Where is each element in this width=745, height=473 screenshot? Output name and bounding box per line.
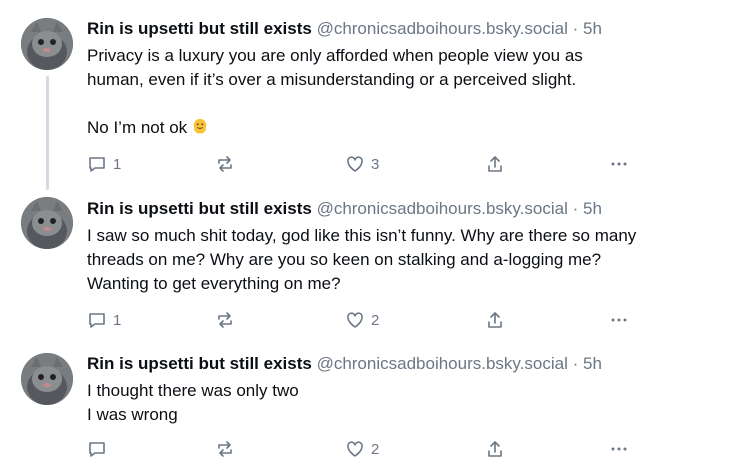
share-button[interactable] [485, 154, 505, 174]
share-icon [488, 312, 502, 328]
avatar[interactable] [21, 353, 73, 405]
author-handle[interactable]: @chronicsadboihours.bsky.social [317, 19, 568, 38]
avatar[interactable] [21, 197, 73, 249]
more-icon [611, 162, 627, 166]
like-button[interactable]: 3 [345, 154, 379, 174]
melting-face-emoji-icon [193, 118, 207, 134]
separator-dot: · [572, 354, 579, 373]
more-options-button[interactable] [609, 439, 629, 459]
heart-icon [347, 441, 363, 457]
author-handle[interactable]: @chronicsadboihours.bsky.social [317, 354, 568, 373]
like-count: 3 [371, 155, 380, 173]
post-text-line: Wanting to get everything on me? [87, 274, 341, 293]
repost-icon [218, 312, 232, 328]
post-actions: 1 3 [87, 154, 647, 174]
repost-button[interactable] [215, 310, 235, 330]
post-text-line: I was wrong [87, 405, 178, 424]
share-button[interactable] [485, 310, 505, 330]
like-button[interactable]: 2 [345, 310, 379, 330]
post-text-line: threads on me? Why are you so keen on st… [87, 250, 602, 269]
thread-connector-line [46, 76, 49, 190]
reply-icon [89, 442, 105, 457]
more-options-button[interactable] [609, 310, 629, 330]
post-text-line: I thought there was only two [87, 381, 299, 400]
share-icon [488, 441, 502, 457]
post-actions: 1 2 [87, 310, 647, 330]
reply-count: 1 [113, 155, 122, 173]
author-name[interactable]: Rin is upsetti but still exists [87, 19, 312, 38]
post-time[interactable]: 5h [583, 199, 602, 218]
post-text-line: human, even if it’s over a misunderstand… [87, 70, 577, 89]
post-time[interactable]: 5h [583, 354, 602, 373]
separator-dot: · [572, 199, 579, 218]
like-count: 2 [371, 311, 380, 329]
post-text-line: Privacy is a luxury you are only afforde… [87, 46, 583, 65]
post-text: I thought there was only two I was wrong [87, 379, 737, 427]
post-text-line: I saw so much shit today, god like this … [87, 226, 637, 245]
reply-count: 1 [113, 311, 122, 329]
reply-button[interactable] [87, 439, 113, 459]
separator-dot: · [572, 19, 579, 38]
post-actions: 2 [87, 439, 647, 459]
post-header: Rin is upsetti but still exists @chronic… [87, 18, 737, 40]
like-button[interactable]: 2 [345, 439, 379, 459]
heart-icon [347, 312, 363, 328]
share-icon [488, 156, 502, 172]
post-time[interactable]: 5h [583, 19, 602, 38]
post-header: Rin is upsetti but still exists @chronic… [87, 353, 737, 375]
post-header: Rin is upsetti but still exists @chronic… [87, 198, 737, 220]
reply-button[interactable]: 1 [87, 310, 121, 330]
avatar[interactable] [21, 18, 73, 70]
reply-icon [89, 313, 105, 328]
more-icon [611, 447, 627, 451]
author-name[interactable]: Rin is upsetti but still exists [87, 199, 312, 218]
post-text: Privacy is a luxury you are only afforde… [87, 44, 737, 140]
author-handle[interactable]: @chronicsadboihours.bsky.social [317, 199, 568, 218]
post-text: I saw so much shit today, god like this … [87, 224, 737, 296]
repost-button[interactable] [215, 154, 235, 174]
reply-button[interactable]: 1 [87, 154, 121, 174]
repost-icon [218, 156, 232, 172]
author-name[interactable]: Rin is upsetti but still exists [87, 354, 312, 373]
repost-icon [218, 441, 232, 457]
reply-icon [89, 157, 105, 172]
repost-button[interactable] [215, 439, 235, 459]
heart-icon [347, 156, 363, 172]
like-count: 2 [371, 440, 380, 458]
more-options-button[interactable] [609, 154, 629, 174]
post-text-line: No I’m not ok [87, 116, 737, 140]
share-button[interactable] [485, 439, 505, 459]
more-icon [611, 318, 627, 322]
